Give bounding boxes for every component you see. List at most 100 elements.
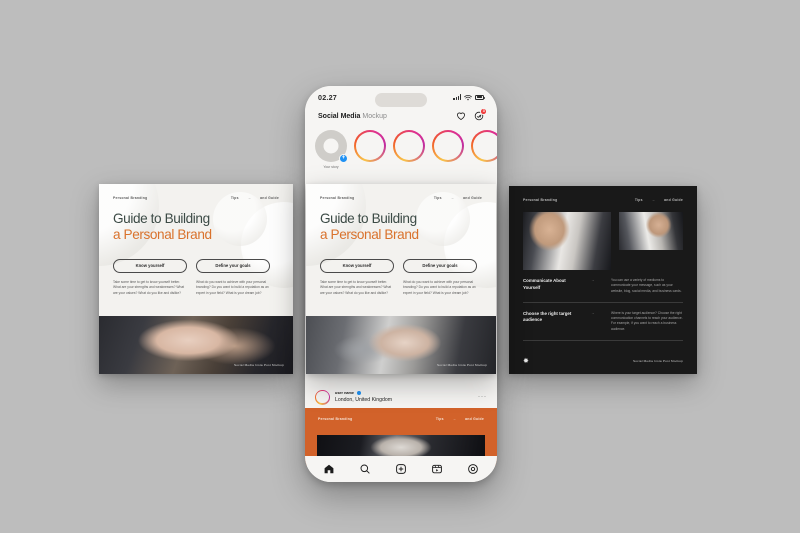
- add-post-icon[interactable]: [395, 463, 407, 475]
- verified-badge-icon: [356, 391, 361, 396]
- heart-icon[interactable]: [456, 111, 466, 121]
- dark-card-footer: ✸ Social Media Insta Post Mockup: [509, 348, 697, 374]
- arrow-right-icon: →: [651, 198, 656, 202]
- pill-know-yourself[interactable]: Know yourself: [113, 258, 187, 273]
- mid-body-col-1: Take some time to get to know yourself b…: [320, 280, 394, 296]
- profile-avatar-ring: [315, 389, 330, 405]
- home-icon[interactable]: [323, 463, 335, 475]
- headline-line-1: Guide to Building: [113, 211, 210, 226]
- dark-row-title: Choose the right target audience: [523, 310, 572, 323]
- status-icons: [453, 88, 485, 106]
- slide-photo: Social Media Insta Post Mockup: [99, 316, 293, 374]
- story-item[interactable]: [354, 130, 386, 162]
- dark-kicker-tips: Tips: [634, 198, 643, 202]
- body-col-1: Take some time to get to know yourself b…: [113, 280, 187, 296]
- mockup-stage: Personal Branding Tips → and Guide Guide…: [0, 0, 800, 533]
- orange-kicker-guide: and Guide: [465, 417, 484, 421]
- story-item[interactable]: [393, 130, 425, 162]
- slide-kicker-guide: and Guide: [260, 196, 279, 200]
- header-actions: 3: [456, 108, 487, 121]
- mid-pill-know-yourself[interactable]: Know yourself: [320, 258, 394, 273]
- mid-kicker-tips: Tips: [433, 196, 442, 200]
- signal-bars-icon: [453, 94, 461, 100]
- battery-icon: [475, 94, 485, 100]
- app-header: Social Media Mockup 3: [305, 108, 497, 121]
- left-slide-card[interactable]: Personal Branding Tips → and Guide Guide…: [99, 184, 293, 374]
- dark-row-body: You can use a variety of mediums to comm…: [611, 278, 682, 293]
- bottom-tab-bar[interactable]: [305, 456, 497, 482]
- mid-pill-define-your-goals[interactable]: Define your goals: [403, 258, 477, 273]
- headline-line-2: a Personal Brand: [113, 227, 212, 243]
- orange-kicker: Personal Branding: [318, 417, 353, 421]
- reels-icon[interactable]: [431, 463, 443, 475]
- wifi-icon: [464, 88, 472, 106]
- profile-icon[interactable]: [467, 463, 479, 475]
- post-profile-row[interactable]: user name London, United Kingdom ···: [305, 386, 497, 408]
- mid-kicker-row: Personal Branding Tips → and Guide: [320, 196, 482, 200]
- mid-headline: Guide to Building a Personal Brand: [320, 211, 482, 243]
- orange-kicker-row: Personal Branding Tips → and Guide: [318, 417, 484, 421]
- mid-slide-photo: Social Media Insta Post Mockup: [306, 316, 496, 374]
- arrow-right-icon: →: [450, 196, 455, 200]
- mid-body-text-2: What do you want to achieve with your pe…: [403, 279, 476, 295]
- mid-headline-line-2: a Personal Brand: [320, 227, 419, 243]
- orange-kicker-tips: Tips: [435, 417, 444, 421]
- arrow-right-icon: →: [591, 278, 595, 282]
- dynamic-island: [375, 93, 427, 107]
- slide-kicker-row: Personal Branding Tips → and Guide: [113, 196, 279, 200]
- dark-kicker: Personal Branding: [523, 198, 558, 202]
- dark-row-communicate[interactable]: Communicate About Yourself → You can use…: [523, 270, 683, 303]
- mid-slide-card[interactable]: Personal Branding Tips → and Guide Guide…: [306, 184, 496, 374]
- dark-photo-group: [523, 212, 683, 270]
- search-icon[interactable]: [359, 463, 371, 475]
- slide-headline: Guide to Building a Personal Brand: [113, 211, 279, 243]
- pill-define-your-goals[interactable]: Define your goals: [196, 258, 270, 273]
- dark-photo-large: [523, 212, 611, 270]
- mid-body-row: Take some time to get to know yourself b…: [320, 280, 482, 296]
- plus-icon[interactable]: +: [339, 154, 348, 163]
- dark-kicker-row: Personal Branding Tips → and Guide: [523, 198, 683, 202]
- body-row: Take some time to get to know yourself b…: [113, 280, 279, 296]
- status-bar: 02.27: [305, 86, 497, 108]
- dark-slide-caption: Social Media Insta Post Mockup: [632, 359, 683, 363]
- profile-username: user name: [335, 391, 354, 396]
- mid-headline-line-1: Guide to Building: [320, 211, 417, 226]
- arrow-right-icon: →: [591, 310, 595, 315]
- body-text-1: Take some time to get to know yourself b…: [113, 279, 185, 295]
- mid-slide-caption: Social Media Insta Post Mockup: [436, 363, 487, 367]
- dark-photo-small: [619, 212, 683, 250]
- snowflake-icon: ✸: [523, 358, 529, 365]
- more-options-icon[interactable]: ···: [478, 394, 487, 400]
- body-col-2: What do you want to achieve with your pe…: [196, 280, 270, 296]
- messenger-icon[interactable]: 3: [474, 108, 487, 121]
- story-your-story[interactable]: + Your story: [315, 130, 348, 169]
- mid-kicker: Personal Branding: [320, 196, 355, 200]
- pill-row: Know yourself Define your goals: [113, 258, 279, 273]
- avatar: +: [315, 130, 348, 163]
- dark-kicker-guide: and Guide: [664, 198, 683, 202]
- mid-body-text-1: Take some time to get to know yourself b…: [320, 279, 392, 295]
- arrow-right-icon: →: [452, 417, 457, 421]
- status-time: 02.27: [318, 92, 337, 102]
- dark-row-audience[interactable]: Choose the right target audience → Where…: [523, 303, 683, 341]
- story-item[interactable]: [432, 130, 464, 162]
- mid-body-col-2: What do you want to achieve with your pe…: [403, 280, 477, 296]
- app-title-bold: Social Media: [318, 112, 361, 120]
- slide-kicker-tips: Tips: [230, 196, 239, 200]
- profile-text: user name London, United Kingdom: [335, 391, 392, 403]
- story-item[interactable]: [471, 130, 497, 162]
- app-title: Social Media Mockup: [318, 113, 387, 120]
- profile-location: London, United Kingdom: [335, 396, 393, 403]
- notification-badge: 3: [480, 108, 487, 115]
- dark-slide-card[interactable]: Personal Branding Tips → and Guide Commu…: [509, 186, 697, 374]
- mid-pill-row: Know yourself Define your goals: [320, 258, 482, 273]
- dark-row-body: Where is your target audience? Choose th…: [611, 310, 683, 331]
- slide-kicker: Personal Branding: [113, 196, 148, 200]
- story-label: Your story: [323, 165, 339, 169]
- arrow-right-icon: →: [247, 196, 252, 200]
- mid-kicker-guide: and Guide: [463, 196, 482, 200]
- app-title-light: Mockup: [362, 112, 387, 120]
- stories-tray[interactable]: + Your story: [305, 121, 497, 169]
- dark-row-title: Communicate About Yourself: [523, 278, 566, 290]
- profile-username-row: user name: [335, 391, 392, 396]
